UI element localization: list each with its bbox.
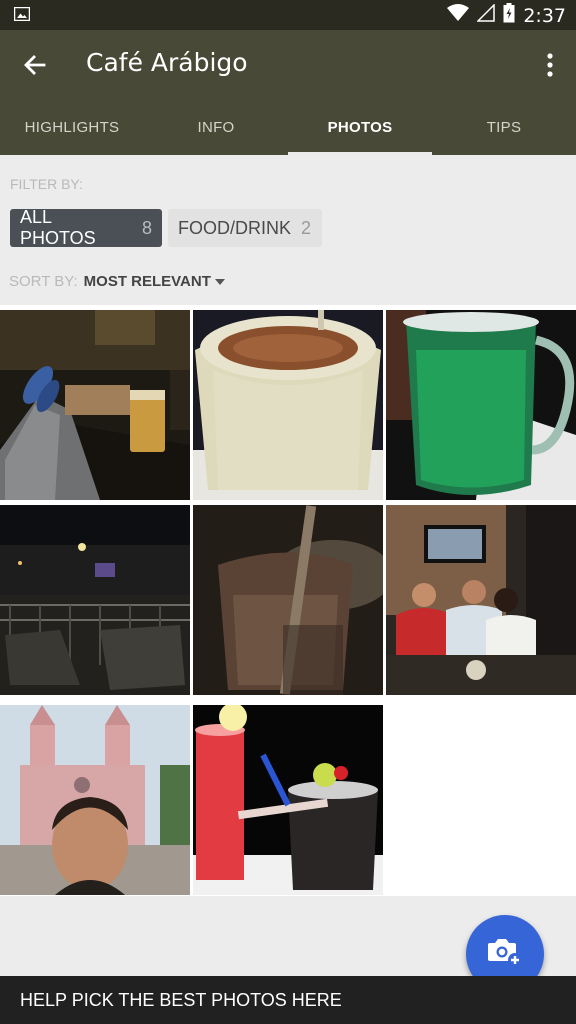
tab-tips[interactable]: TIPS bbox=[432, 100, 576, 155]
battery-icon bbox=[503, 3, 515, 28]
photo-thumbnail-legs-beer[interactable] bbox=[0, 310, 190, 500]
photo-thumbnail-green-drink[interactable] bbox=[386, 310, 576, 500]
arrow-back-icon[interactable] bbox=[20, 50, 50, 80]
app-bar: Café Arábigo HIGHLIGHTS INFO PHOTOS TIPS bbox=[0, 30, 576, 155]
photo-thumbnail-drinks[interactable] bbox=[193, 705, 383, 895]
status-bar: 2:37 bbox=[0, 0, 576, 30]
filter-label: FILTER BY: bbox=[10, 176, 83, 192]
dropdown-arrow-icon bbox=[214, 278, 225, 285]
photo-thumbnail-church-selfie[interactable] bbox=[0, 705, 190, 895]
photo-thumbnail-friends[interactable] bbox=[386, 505, 576, 695]
filter-chip-food-drink[interactable]: FOOD/DRINK 2 bbox=[168, 209, 322, 247]
tab-photos[interactable]: PHOTOS bbox=[288, 100, 432, 155]
add-photo-camera-icon bbox=[487, 937, 523, 972]
tab-highlights[interactable]: HIGHLIGHTS bbox=[0, 100, 144, 155]
sort-label: SORT BY: bbox=[9, 273, 78, 290]
wifi-icon bbox=[447, 4, 470, 27]
help-pick-photos-banner[interactable]: HELP PICK THE BEST PHOTOS HERE bbox=[0, 976, 576, 1024]
photo-thumbnail-night-terrace[interactable] bbox=[0, 505, 190, 695]
chip-label: FOOD/DRINK bbox=[178, 217, 292, 238]
photo-thumbnail-blurry-glass[interactable] bbox=[193, 505, 383, 695]
tab-info[interactable]: INFO bbox=[144, 100, 288, 155]
image-icon bbox=[13, 6, 31, 26]
more-vert-icon[interactable] bbox=[542, 50, 558, 80]
photo-thumbnail-frappe[interactable] bbox=[193, 310, 383, 500]
chip-label: ALL PHOTOS bbox=[20, 207, 96, 248]
sort-value: MOST RELEVANT bbox=[83, 273, 211, 290]
filter-chip-all-photos[interactable]: ALL PHOTOS 8 bbox=[10, 207, 162, 248]
sort-selector[interactable]: SORT BY: MOST RELEVANT bbox=[9, 273, 225, 290]
clock: 2:37 bbox=[523, 4, 566, 27]
chip-count: 8 bbox=[141, 217, 152, 238]
tab-bar: HIGHLIGHTS INFO PHOTOS TIPS bbox=[0, 100, 576, 155]
chip-count: 2 bbox=[301, 217, 312, 238]
page-title: Café Arábigo bbox=[86, 48, 248, 77]
signal-icon bbox=[476, 3, 496, 27]
